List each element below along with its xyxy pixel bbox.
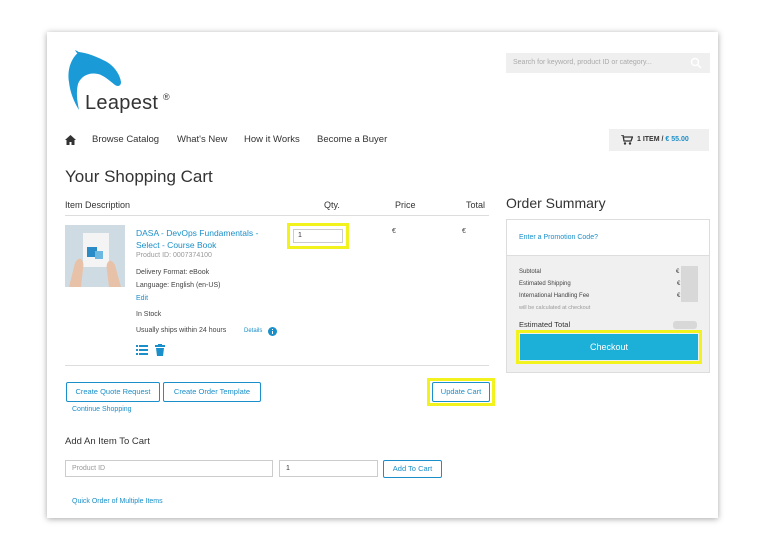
page-card: Leapest ® Search for keyword, product ID… (47, 32, 718, 518)
order-summary-heading: Order Summary (506, 195, 606, 211)
cart-total: € 55.00 (665, 136, 689, 143)
promo-section: Enter a Promotion Code? (507, 220, 709, 256)
nav-whats-new[interactable]: What's New (177, 134, 227, 145)
header-qty: Qty. (324, 200, 340, 210)
leapest-logo[interactable]: Leapest ® (65, 50, 185, 120)
product-id-input[interactable]: Product ID (65, 460, 273, 477)
cart-icon (621, 135, 633, 145)
cart-count: 1 ITEM (637, 136, 660, 143)
create-quote-button[interactable]: Create Quote Request (66, 382, 160, 402)
trash-icon[interactable] (155, 344, 165, 356)
add-qty-input[interactable]: 1 (279, 460, 378, 477)
home-icon[interactable] (65, 135, 76, 145)
checkout-button[interactable]: Checkout (520, 334, 698, 360)
item-divider (65, 365, 489, 366)
language: Language: English (en-US) (136, 282, 221, 289)
book-image-icon (65, 225, 125, 287)
order-summary-panel: Enter a Promotion Code? Subtotal Estimat… (506, 219, 710, 373)
subtotal-currency: € (676, 269, 680, 275)
add-item-heading: Add An Item To Cart (65, 436, 150, 447)
shipping-label: Estimated Shipping (519, 281, 571, 287)
info-icon[interactable] (268, 327, 277, 336)
details-link[interactable]: Details (244, 328, 262, 334)
stock-status: In Stock (136, 311, 162, 318)
brand-name: Leapest (85, 92, 159, 114)
promo-code-link[interactable]: Enter a Promotion Code? (519, 234, 598, 241)
header-total: Total (466, 200, 486, 210)
header-price: Price (395, 200, 416, 210)
delivery-format: Delivery Format: eBook (136, 269, 210, 276)
continue-shopping-link[interactable]: Continue Shopping (72, 406, 132, 413)
nav-how-it-works[interactable]: How it Works (244, 134, 300, 145)
total-redaction (673, 321, 697, 329)
item-total: € (462, 228, 466, 235)
nav-become-buyer[interactable]: Become a Buyer (317, 134, 387, 145)
calc-note: will be calculated at checkout (519, 305, 591, 311)
amounts-redaction (681, 266, 698, 302)
quick-order-link[interactable]: Quick Order of Multiple Items (72, 498, 163, 505)
nav-browse-catalog[interactable]: Browse Catalog (92, 134, 159, 145)
edit-link[interactable]: Edit (136, 295, 148, 302)
ships-info: Usually ships within 24 hours (136, 327, 227, 334)
quantity-highlight: 1 (287, 223, 349, 249)
product-id: Product ID: 0007374100 (136, 252, 212, 259)
handling-currency: € (677, 293, 681, 299)
registered-mark: ® (163, 92, 170, 102)
item-price: € (392, 228, 396, 235)
list-icon[interactable] (136, 345, 148, 355)
page-title: Your Shopping Cart (65, 167, 213, 186)
quantity-input[interactable]: 1 (293, 229, 343, 243)
checkout-highlight: Checkout (516, 330, 702, 364)
update-cart-highlight: Update Cart (427, 378, 495, 406)
search-input[interactable]: Search for keyword, product ID or catego… (506, 53, 710, 73)
cart-summary-button[interactable]: 1 ITEM / € 55.00 (609, 129, 709, 151)
header-divider (65, 215, 489, 216)
shipping-currency: € (677, 281, 681, 287)
search-icon[interactable] (690, 57, 702, 69)
product-title-link[interactable]: DASA - DevOps Fundamentals - Select - Co… (136, 227, 281, 251)
handling-label: International Handling Fee (519, 293, 590, 299)
add-to-cart-button[interactable]: Add To Cart (383, 460, 442, 478)
create-template-button[interactable]: Create Order Template (163, 382, 261, 402)
product-thumbnail[interactable] (65, 225, 125, 287)
update-cart-button[interactable]: Update Cart (432, 382, 490, 402)
estimated-total-label: Estimated Total (519, 320, 571, 329)
subtotal-label: Subtotal (519, 269, 542, 275)
header-description: Item Description (65, 200, 131, 210)
